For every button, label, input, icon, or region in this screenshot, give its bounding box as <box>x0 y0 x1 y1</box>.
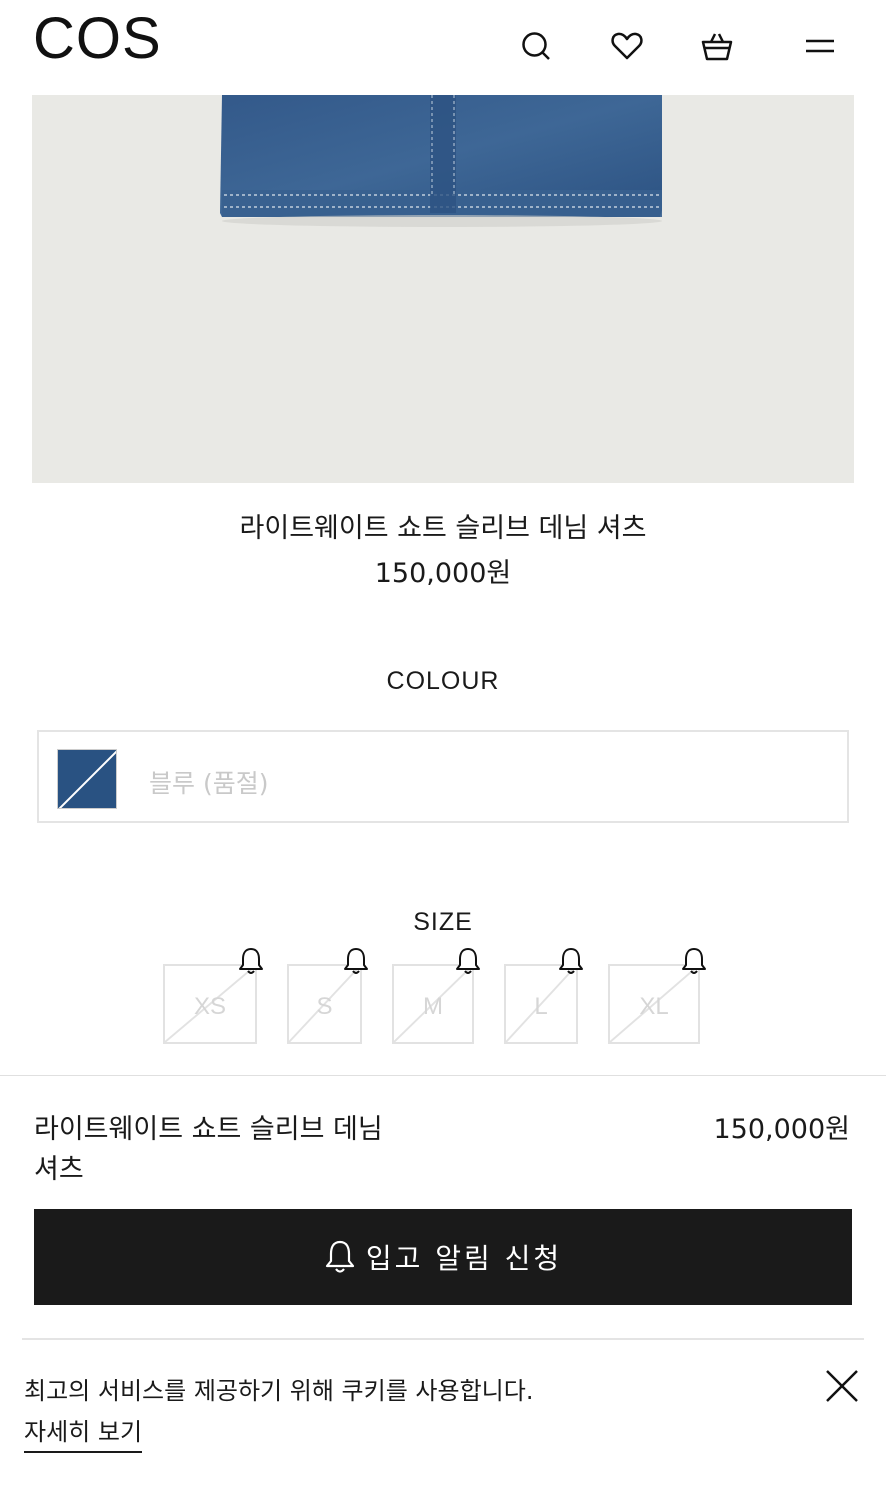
colour-label: 블루 (품절) <box>149 769 269 798</box>
cookie-banner: 최고의 서비스를 제공하기 위해 쿠키를 사용합니다. 자세히 보기 <box>22 1338 864 1500</box>
product-price: 150,000원 <box>374 558 512 589</box>
restock-notify-label: 입고 알림 신청 <box>365 1242 563 1275</box>
size-label: M <box>423 993 443 1020</box>
cookie-message: 최고의 서비스를 제공하기 위해 쿠키를 사용합니다. <box>24 1377 534 1405</box>
size-label: XS <box>193 993 226 1020</box>
menu-icon[interactable] <box>800 26 840 66</box>
size-heading: SIZE <box>413 908 473 936</box>
bell-icon[interactable] <box>454 946 482 976</box>
size-option-xl[interactable]: XL <box>608 964 700 1044</box>
sticky-product-price: 150,000원 <box>713 1114 851 1145</box>
close-icon[interactable] <box>822 1366 862 1406</box>
size-option-l[interactable]: L <box>504 964 578 1044</box>
colour-heading: COLOUR <box>386 667 500 695</box>
search-icon[interactable] <box>516 26 556 66</box>
size-option-m[interactable]: M <box>392 964 474 1044</box>
product-image[interactable] <box>32 95 854 483</box>
bell-icon[interactable] <box>680 946 708 976</box>
sticky-product-title: 라이트웨이트 쇼트 슬리브 데님 셔츠 <box>34 1114 383 1185</box>
bell-icon[interactable] <box>557 946 585 976</box>
site-header: COS <box>0 0 886 95</box>
colour-selector[interactable]: 블루 (품절) <box>37 730 849 823</box>
size-option-s[interactable]: S <box>287 964 362 1044</box>
bell-icon[interactable] <box>237 946 265 976</box>
restock-notify-button[interactable]: 입고 알림 신청 <box>34 1209 852 1305</box>
bell-icon[interactable] <box>342 946 370 976</box>
bell-icon <box>325 1240 354 1273</box>
cos-logo[interactable]: COS <box>33 4 162 74</box>
cookie-details-link[interactable]: 자세히 보기 <box>24 1412 143 1453</box>
size-label: XL <box>639 993 669 1020</box>
heart-icon[interactable] <box>607 26 647 66</box>
colour-swatch <box>57 749 117 809</box>
size-option-xs[interactable]: XS <box>163 964 257 1044</box>
product-title: 라이트웨이트 쇼트 슬리브 데님 셔츠 <box>239 513 647 544</box>
size-label: L <box>534 993 548 1020</box>
size-label: S <box>316 993 333 1020</box>
basket-icon[interactable] <box>697 26 737 66</box>
